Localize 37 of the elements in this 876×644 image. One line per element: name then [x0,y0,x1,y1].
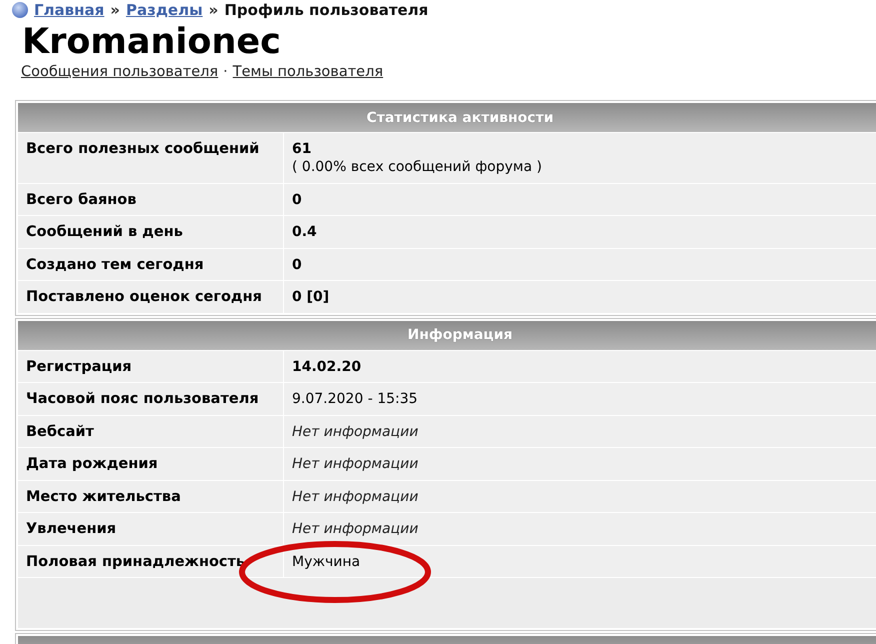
row-label: Создано тем сегодня [18,248,283,280]
row-label: Часовой пояс пользователя [18,383,283,414]
row-label: Увлечения [18,513,283,544]
row-value: Нет информации [284,513,876,544]
row-value: Мужчина [284,546,876,577]
row-label: Дата рождения [18,448,283,480]
row-label: Половая принадлежность [18,546,283,577]
row-label: Место жительства [18,480,283,512]
row-label: Вебсайт [18,416,283,447]
row-label: Всего полезных сообщений [18,133,283,182]
breadcrumb-separator: » [208,1,218,19]
breadcrumb-current: Профиль пользователя [224,1,428,19]
row-label: Регистрация [18,350,283,382]
breadcrumb-link[interactable]: Главная [34,1,104,19]
bullet-icon [12,2,28,18]
profile-link[interactable]: Сообщения пользователя [21,63,218,81]
breadcrumb-separator: » [110,1,120,19]
row-value: Нет информации [284,416,876,447]
row-value: Нет информации [284,448,876,480]
breadcrumb-link[interactable]: Разделы [126,1,203,19]
row-value: 61 [292,140,312,158]
row-value: 0.4 [284,216,876,248]
row-value: 0 [284,248,876,280]
row-value: 9.07.2020 - 15:35 [284,383,876,414]
link-separator: · [223,63,228,81]
section-header: Статистика активности [18,103,876,132]
row-value: Нет информации [284,480,876,512]
profile-link[interactable]: Темы пользователя [232,63,384,81]
row-value: 0 [284,184,876,215]
username-title: Kromanionec [22,22,281,62]
row-value: 14.02.20 [284,350,876,382]
row-label: Поставлено оценок сегодня [18,281,283,312]
row-label: Сообщений в день [18,216,283,248]
row-label: Всего баянов [18,184,283,215]
row-value: 0 [0] [284,281,876,312]
row-note: ( 0.00% всех сообщений форума ) [292,158,542,176]
section-header: Информация [18,320,876,350]
